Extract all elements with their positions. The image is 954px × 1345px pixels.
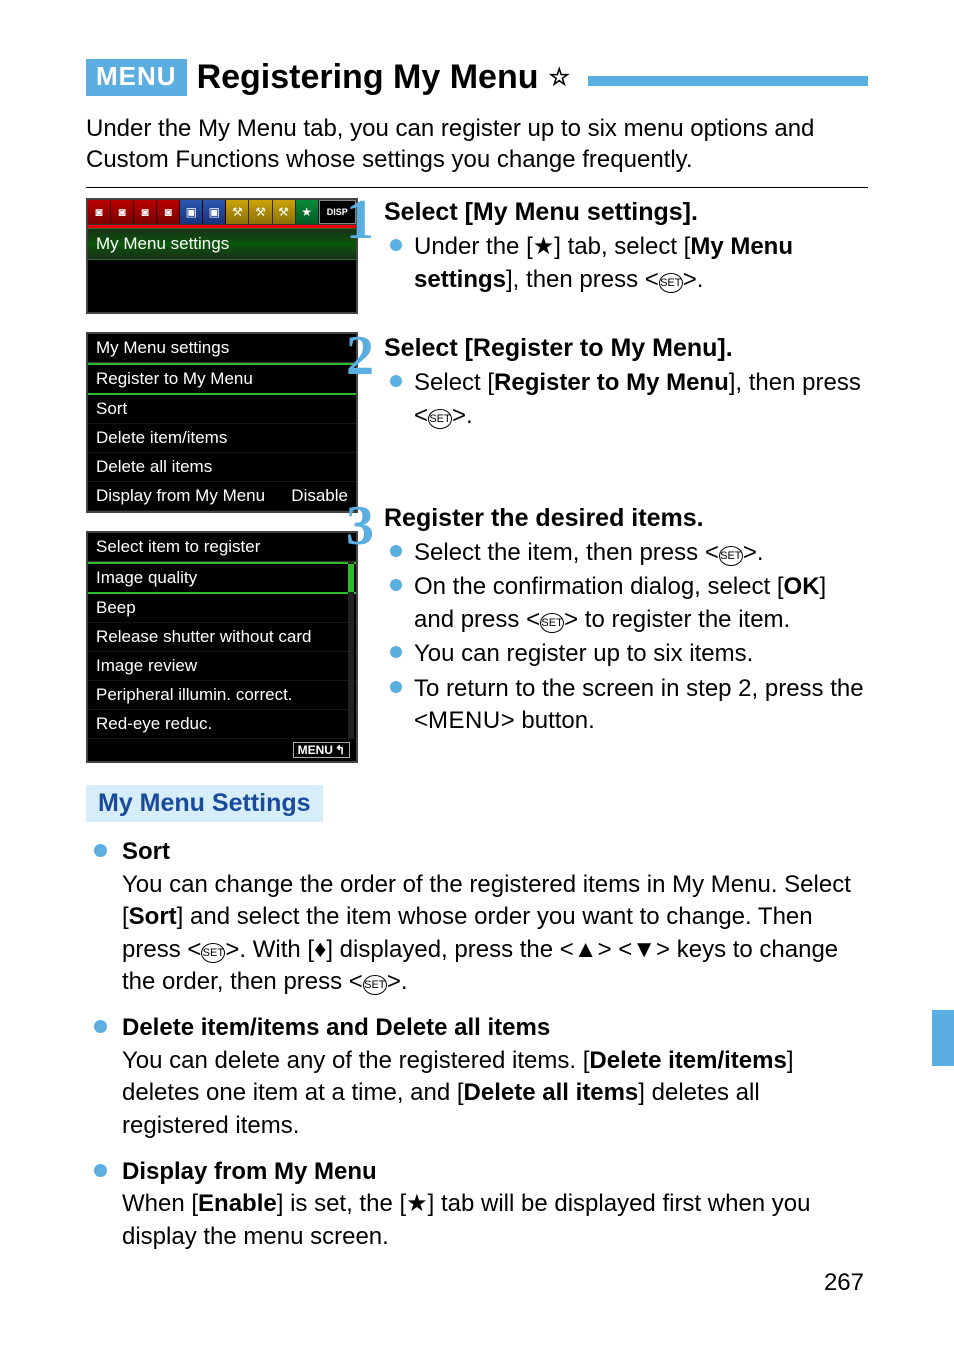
scrollbar-thumb	[348, 564, 354, 592]
step-number-2: 2	[346, 324, 374, 388]
empty-area	[88, 260, 356, 312]
menu-row-selected: Image quality	[88, 562, 356, 594]
up-arrow-icon: ▲	[574, 936, 598, 963]
menu-row: Red-eye reduc.	[88, 710, 356, 739]
menu-row: Peripheral illumin. correct.	[88, 681, 356, 710]
step-1-title: Select [My Menu settings].	[384, 198, 868, 227]
page-title: Registering My Menu	[197, 58, 539, 97]
updown-icon: ♦	[314, 936, 326, 963]
menu-row: Delete item/items	[88, 424, 356, 453]
page-title-row: MENU Registering My Menu ☆	[86, 58, 868, 97]
camera-screen-1: ◙ ◙ ◙ ◙ ▣ ▣ ⚒ ⚒ ⚒ ★ DISP My Menu setting…	[86, 198, 358, 314]
setting-display: Display from My Menu When [Enable] is se…	[86, 1156, 868, 1253]
star-icon: ★	[406, 1190, 428, 1217]
menu-row-selected: Register to My Menu	[88, 363, 356, 395]
screen2-header: My Menu settings	[88, 334, 356, 363]
wrench-tab-icon: ⚒	[249, 200, 272, 224]
step-3-bullet: To return to the screen in step 2, press…	[384, 673, 868, 738]
step-1-bullet: Under the [★] tab, select [My Menu setti…	[384, 231, 868, 296]
menu-row-selected: My Menu settings	[88, 228, 356, 260]
step-3-title: Register the desired items.	[384, 504, 868, 533]
step-3-bullet: On the confirmation dialog, select [OK] …	[384, 571, 868, 636]
star-tab-icon: ★	[296, 200, 319, 224]
set-button-icon: SET	[719, 546, 743, 566]
screen3-header: Select item to register	[88, 533, 356, 562]
back-arrow-icon: ↰	[335, 743, 345, 757]
set-button-icon: SET	[540, 613, 564, 633]
set-button-icon: SET	[428, 409, 452, 429]
camera-screen-3: Select item to register Image quality Be…	[86, 531, 358, 763]
tab-strip: ◙ ◙ ◙ ◙ ▣ ▣ ⚒ ⚒ ⚒ ★ DISP	[88, 200, 356, 225]
step-number-1: 1	[346, 188, 374, 252]
camera-tab-icon: ◙	[111, 200, 134, 224]
step-2-bullet: Select [Register to My Menu], then press…	[384, 367, 868, 432]
camera-tab-icon: ◙	[157, 200, 180, 224]
menu-row: Sort	[88, 395, 356, 424]
step-3-bullet: You can register up to six items.	[384, 638, 868, 670]
star-icon: ★	[533, 233, 555, 260]
step-number-3: 3	[346, 494, 374, 558]
menu-back-button: MENU↰	[293, 742, 350, 758]
step-3: 3 Register the desired items. Select the…	[384, 504, 868, 737]
camera-tab-icon: ◙	[134, 200, 157, 224]
playback-tab-icon: ▣	[203, 200, 226, 224]
menu-row: Beep	[88, 594, 356, 623]
setting-sort: Sort You can change the order of the reg…	[86, 836, 868, 998]
side-index-tab	[932, 1010, 954, 1066]
step-3-bullet: Select the item, then press <SET>.	[384, 537, 868, 569]
star-icon: ☆	[549, 63, 571, 92]
step-2: 2 Select [Register to My Menu]. Select […	[384, 334, 868, 432]
camera-tab-icon: ◙	[88, 200, 111, 224]
title-rule	[588, 76, 868, 86]
setting-delete: Delete item/items and Delete all items Y…	[86, 1012, 868, 1142]
camera-screen-2: My Menu settings Register to My Menu Sor…	[86, 332, 358, 513]
set-button-icon: SET	[659, 273, 683, 293]
down-arrow-icon: ▼	[632, 936, 656, 963]
subsection-heading: My Menu Settings	[86, 785, 323, 822]
intro-text: Under the My Menu tab, you can register …	[86, 113, 868, 175]
page-number: 267	[824, 1269, 864, 1297]
menu-row: Release shutter without card	[88, 623, 356, 652]
menu-row: Image review	[88, 652, 356, 681]
set-button-icon: SET	[363, 975, 387, 995]
step-1: 1 Select [My Menu settings]. Under the […	[384, 198, 868, 296]
menu-badge: MENU	[86, 59, 187, 96]
menu-row: Delete all items	[88, 453, 356, 482]
step-2-title: Select [Register to My Menu].	[384, 334, 868, 363]
menu-row: Display from My MenuDisable	[88, 482, 356, 511]
wrench-tab-icon: ⚒	[273, 200, 296, 224]
wrench-tab-icon: ⚒	[226, 200, 249, 224]
playback-tab-icon: ▣	[180, 200, 203, 224]
set-button-icon: SET	[201, 943, 225, 963]
separator	[86, 187, 868, 188]
